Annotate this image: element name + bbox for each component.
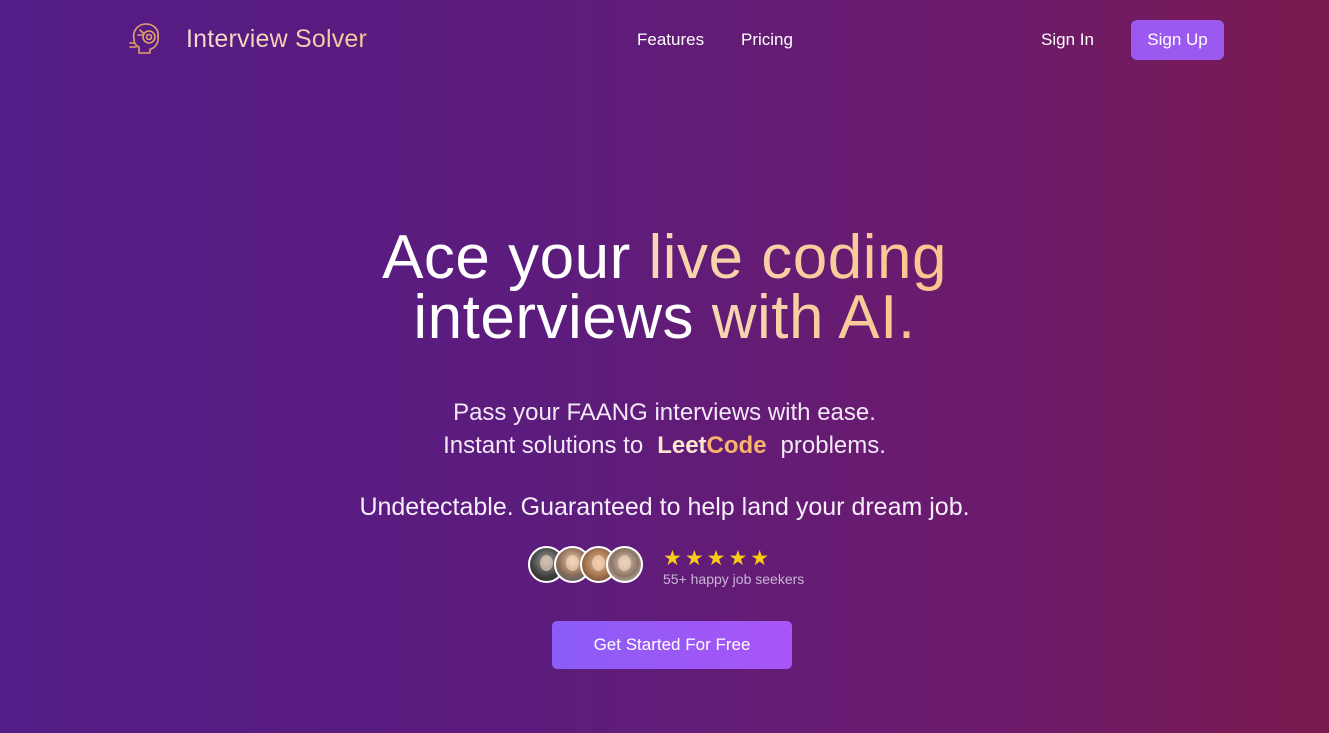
subheading-line-1: Pass your FAANG interviews with ease. bbox=[453, 399, 876, 426]
headline-ace-your: Ace your bbox=[382, 223, 649, 292]
hero-section: Ace your live coding interviews with AI. bbox=[0, 227, 1329, 349]
hero-subheading: Pass your FAANG interviews with ease. In… bbox=[0, 396, 1329, 462]
sign-in-link[interactable]: Sign In bbox=[1041, 30, 1094, 50]
top-navigation: Interview Solver Features Pricing Sign I… bbox=[0, 0, 1329, 80]
brand-name: Interview Solver bbox=[186, 24, 368, 53]
happy-job-seekers-count: 55+ happy job seekers bbox=[663, 571, 805, 587]
subheading-problems: problems. bbox=[780, 432, 886, 459]
hero-tagline: Undetectable. Guaranteed to help land yo… bbox=[359, 493, 970, 521]
sign-up-button[interactable]: Sign Up bbox=[1131, 20, 1224, 60]
headline-interviews: interviews bbox=[413, 283, 712, 352]
hero-headline: Ace your live coding interviews with AI. bbox=[0, 227, 1329, 349]
leetcode-leet: Leet bbox=[657, 432, 707, 459]
social-proof: ★★★★★ 55+ happy job seekers bbox=[528, 546, 828, 587]
brand-home-link[interactable]: Interview Solver bbox=[126, 19, 367, 59]
subheading-instant-solutions: Instant solutions to bbox=[443, 432, 644, 459]
leetcode-code: Code bbox=[706, 432, 767, 459]
avatar bbox=[606, 546, 643, 583]
headline-live-coding: live coding bbox=[648, 223, 947, 292]
robot-head-icon bbox=[129, 23, 159, 54]
subheading-line-2: Instant solutions to LeetCode problems. bbox=[0, 429, 1329, 462]
nav-link-features[interactable]: Features bbox=[637, 30, 704, 50]
headline-with-ai: with AI. bbox=[711, 283, 916, 352]
leetcode-brand-text: LeetCode bbox=[657, 432, 766, 459]
get-started-button[interactable]: Get Started For Free bbox=[552, 621, 792, 669]
nav-link-pricing[interactable]: Pricing bbox=[741, 30, 793, 50]
five-star-rating-icon: ★★★★★ bbox=[663, 547, 773, 570]
